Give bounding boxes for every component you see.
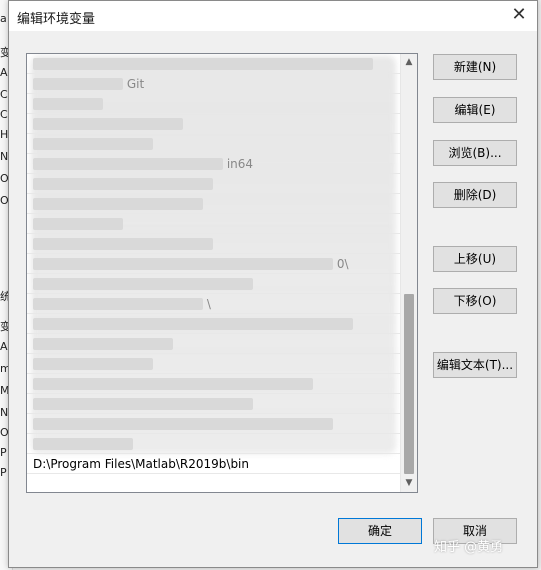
browse-button[interactable]: 浏览(B)... <box>433 140 517 166</box>
edit-text-button[interactable]: 编辑文本(T)... <box>433 352 517 378</box>
list-item[interactable] <box>27 414 400 434</box>
list-item[interactable]: Git <box>27 74 400 94</box>
list-item[interactable] <box>27 434 400 454</box>
dialog-title: 编辑环境变量 <box>17 12 96 27</box>
edit-env-var-dialog: 编辑环境变量 ✕ Git in64 0\ \ D:\Program Files\… <box>8 0 538 568</box>
list-item[interactable] <box>27 214 400 234</box>
delete-button[interactable]: 删除(D) <box>433 182 517 208</box>
list-item[interactable]: 0\ <box>27 254 400 274</box>
list-item-fragment: in64 <box>226 157 254 171</box>
ok-button[interactable]: 确定 <box>338 518 422 544</box>
close-icon[interactable]: ✕ <box>507 4 531 28</box>
edit-button[interactable]: 编辑(E) <box>433 97 517 123</box>
dialog-titlebar: 编辑环境变量 ✕ <box>9 1 537 31</box>
list-item[interactable] <box>27 114 400 134</box>
list-item-fragment: \ <box>206 297 211 311</box>
list-item[interactable] <box>27 194 400 214</box>
chevron-down-icon[interactable]: ▼ <box>401 475 417 492</box>
list-scrollbar[interactable]: ▲ ▼ <box>400 54 417 492</box>
list-item[interactable]: \ <box>27 294 400 314</box>
move-down-button[interactable]: 下移(O) <box>433 288 517 314</box>
scroll-thumb[interactable] <box>404 294 414 474</box>
list-item-matlab[interactable]: D:\Program Files\Matlab\R2019b\bin <box>27 454 400 474</box>
list-item[interactable] <box>27 174 400 194</box>
move-up-button[interactable]: 上移(U) <box>433 246 517 272</box>
list-item[interactable] <box>27 374 400 394</box>
list-item-fragment: 0\ <box>336 257 349 271</box>
list-item[interactable] <box>27 354 400 374</box>
list-item[interactable] <box>27 314 400 334</box>
path-entries-list[interactable]: Git in64 0\ \ D:\Program Files\Matlab\R2… <box>26 53 418 493</box>
list-item[interactable] <box>27 94 400 114</box>
list-item[interactable] <box>27 54 400 74</box>
list-item[interactable] <box>27 394 400 414</box>
watermark: 知乎 @黄勇 <box>434 540 504 555</box>
chevron-up-icon[interactable]: ▲ <box>401 54 417 71</box>
list-item[interactable] <box>27 234 400 254</box>
list-item[interactable]: in64 <box>27 154 400 174</box>
list-item[interactable] <box>27 334 400 354</box>
list-item-fragment: Git <box>126 77 145 91</box>
new-button[interactable]: 新建(N) <box>433 54 517 80</box>
list-item[interactable] <box>27 134 400 154</box>
list-item[interactable] <box>27 274 400 294</box>
